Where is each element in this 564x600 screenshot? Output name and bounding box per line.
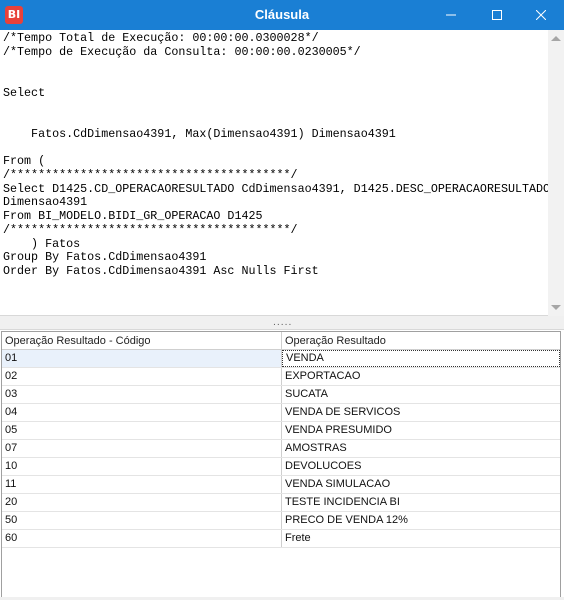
maximize-icon — [492, 10, 502, 20]
grid-body: 01 VENDA 02 EXPORTACAO 03 SUCATA 04 VENDA DE SE… — [2, 350, 560, 548]
sql-text[interactable]: /*Tempo Total de Execução: 00:00:00.0300… — [3, 31, 550, 279]
title-bar[interactable]: BI Cláusula — [0, 0, 564, 30]
cell-description[interactable]: Frete — [282, 530, 560, 547]
vertical-scrollbar[interactable] — [548, 30, 564, 316]
scroll-down-icon[interactable] — [551, 305, 561, 310]
cell-code[interactable]: 10 — [2, 458, 282, 475]
cell-description[interactable]: DEVOLUCOES — [282, 458, 560, 475]
table-row[interactable]: 04 VENDA DE SERVICOS — [2, 404, 560, 422]
table-row[interactable]: 50 PRECO DE VENDA 12% — [2, 512, 560, 530]
minimize-button[interactable] — [428, 0, 474, 30]
splitter[interactable]: ..... — [0, 316, 564, 330]
close-button[interactable] — [518, 0, 564, 30]
cell-code[interactable]: 04 — [2, 404, 282, 421]
cell-code[interactable]: 02 — [2, 368, 282, 385]
table-row[interactable]: 03 SUCATA — [2, 386, 560, 404]
cell-description[interactable]: EXPORTACAO — [282, 368, 560, 385]
cell-description[interactable]: VENDA — [282, 350, 560, 367]
sql-editor[interactable]: /*Tempo Total de Execução: 00:00:00.0300… — [0, 30, 564, 316]
maximize-button[interactable] — [474, 0, 520, 30]
splitter-grip-icon[interactable]: ..... — [273, 319, 292, 328]
column-header-description[interactable]: Operação Resultado — [282, 332, 560, 349]
table-row[interactable]: 60 Frete — [2, 530, 560, 548]
cell-description[interactable]: TESTE INCIDENCIA BI — [282, 494, 560, 511]
table-row[interactable]: 05 VENDA PRESUMIDO — [2, 422, 560, 440]
cell-description[interactable]: PRECO DE VENDA 12% — [282, 512, 560, 529]
column-header-code[interactable]: Operação Resultado - Código — [2, 332, 282, 349]
cell-code[interactable]: 50 — [2, 512, 282, 529]
cell-description[interactable]: VENDA SIMULACAO — [282, 476, 560, 493]
table-row[interactable]: 20 TESTE INCIDENCIA BI — [2, 494, 560, 512]
table-row[interactable]: 07 AMOSTRAS — [2, 440, 560, 458]
cell-description[interactable]: VENDA DE SERVICOS — [282, 404, 560, 421]
grid-header: Operação Resultado - Código Operação Res… — [2, 332, 560, 350]
scroll-up-icon[interactable] — [551, 36, 561, 41]
table-row[interactable]: 11 VENDA SIMULACAO — [2, 476, 560, 494]
cell-code[interactable]: 11 — [2, 476, 282, 493]
cell-description[interactable]: SUCATA — [282, 386, 560, 403]
cell-code[interactable]: 20 — [2, 494, 282, 511]
results-grid[interactable]: Operação Resultado - Código Operação Res… — [1, 331, 561, 598]
cell-code[interactable]: 01 — [2, 350, 282, 367]
cell-code[interactable]: 03 — [2, 386, 282, 403]
cell-code[interactable]: 05 — [2, 422, 282, 439]
close-icon — [536, 10, 546, 20]
table-row[interactable]: 02 EXPORTACAO — [2, 368, 560, 386]
table-row[interactable]: 10 DEVOLUCOES — [2, 458, 560, 476]
cell-description[interactable]: AMOSTRAS — [282, 440, 560, 457]
cell-code[interactable]: 60 — [2, 530, 282, 547]
minimize-icon — [446, 14, 456, 16]
table-row[interactable]: 01 VENDA — [2, 350, 560, 368]
cell-code[interactable]: 07 — [2, 440, 282, 457]
cell-description[interactable]: VENDA PRESUMIDO — [282, 422, 560, 439]
